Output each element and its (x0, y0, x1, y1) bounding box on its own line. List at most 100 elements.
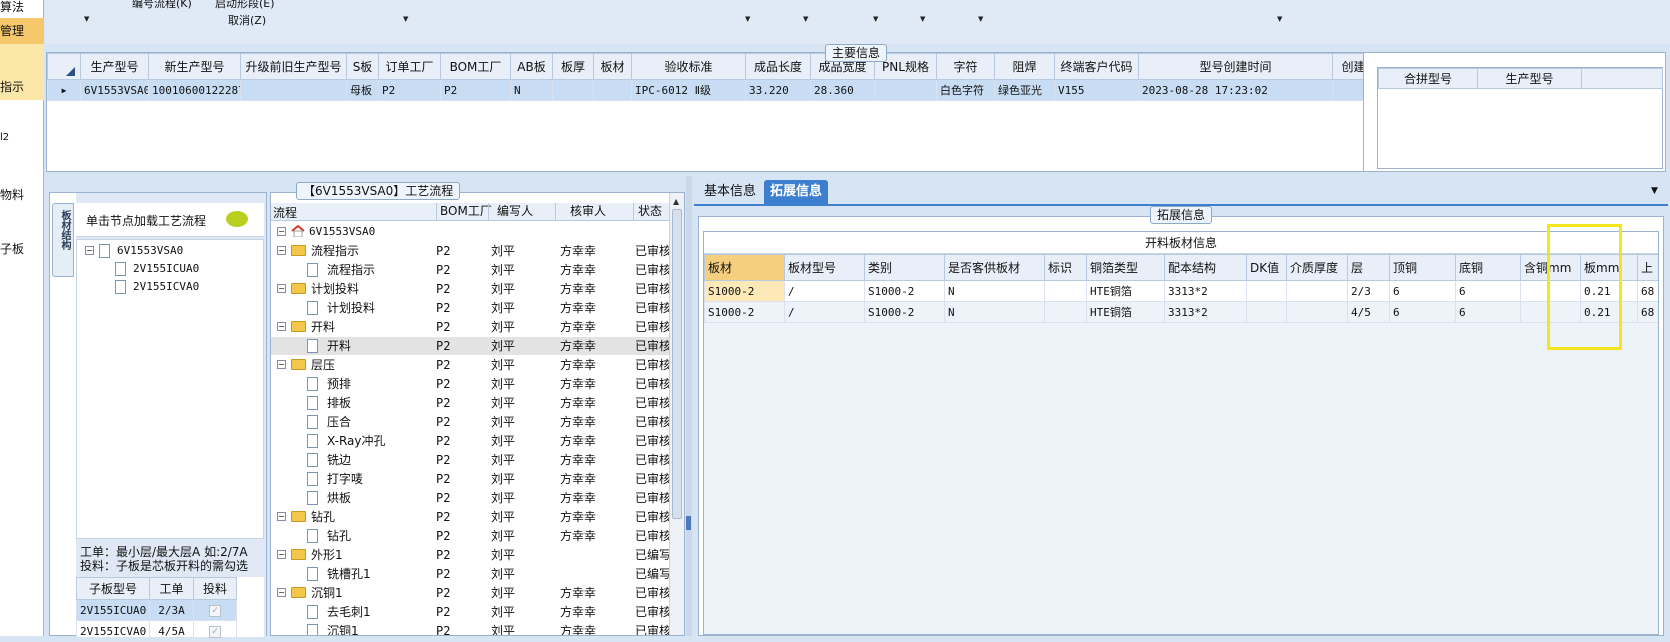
cell[interactable]: HTE铜箔 (1086, 301, 1165, 323)
flow-row[interactable]: 铣槽孔1 P2 刘平 已编写 (271, 565, 669, 583)
col-header[interactable]: 层 (1347, 254, 1390, 281)
flow-row[interactable]: 铣边 P2 刘平 方幸幸 已审核 (271, 451, 669, 469)
cell[interactable]: 6 (1455, 301, 1521, 323)
cell[interactable] (1332, 79, 1363, 101)
dropdown-caret-icon[interactable]: ▼ (745, 15, 750, 23)
flow-row[interactable]: 去毛刺1 P2 刘平 方幸幸 已审核 (271, 603, 669, 621)
table-row[interactable]: S1000-2 / S1000-2 N HTE铜箔 3313*2 4/5 6 6 (704, 301, 1658, 323)
speech-bubble-icon[interactable] (226, 211, 248, 227)
col-header[interactable]: 铜箔类型 (1086, 254, 1165, 281)
cell[interactable] (593, 79, 632, 101)
collapse-icon[interactable]: − (277, 588, 286, 597)
col-header[interactable]: 阻焊 (994, 53, 1055, 80)
cell[interactable] (1246, 301, 1287, 323)
tree-node-root[interactable]: − 6V1553VSA0 (271, 223, 669, 241)
tab-basic-info[interactable]: 基本信息 (698, 180, 762, 204)
cell[interactable]: 6V1553VSA0 (80, 79, 149, 101)
cell[interactable]: HTE铜箔 (1086, 280, 1165, 302)
collapse-icon[interactable]: − (277, 360, 286, 369)
scroll-thumb[interactable] (672, 209, 682, 519)
cell[interactable] (240, 79, 347, 101)
cell[interactable]: 4/5A (149, 620, 194, 642)
cancel-button[interactable]: 取消(Z) (228, 12, 266, 28)
flow-row[interactable]: 烘板 P2 刘平 方幸幸 已审核 (271, 489, 669, 507)
flow-row[interactable]: − 开料 P2 刘平 方幸幸 已审核 (271, 318, 669, 336)
dropdown-caret-icon[interactable]: ▼ (403, 15, 408, 23)
col-header[interactable]: 终端客户代码 (1054, 53, 1139, 80)
flow-row[interactable]: 打字唛 P2 刘平 方幸幸 已审核 (271, 470, 669, 488)
dropdown-caret-icon[interactable]: ▼ (803, 15, 808, 23)
cell[interactable] (1044, 301, 1087, 323)
dropdown-caret-icon[interactable]: ▼ (920, 15, 925, 23)
col-header[interactable]: 配本结构 (1164, 254, 1247, 281)
cell[interactable]: 3313*2 (1164, 301, 1247, 323)
flow-row[interactable]: 预排 P2 刘平 方幸幸 已审核 (271, 375, 669, 393)
flow-row[interactable]: 计划投料 P2 刘平 方幸幸 已审核 (271, 299, 669, 317)
col-header[interactable]: 状态 (633, 203, 662, 221)
cell[interactable]: 68 (1637, 280, 1658, 302)
cell[interactable]: 2/3A (149, 599, 194, 621)
cell[interactable]: 6 (1455, 280, 1521, 302)
cell[interactable]: 6 (1389, 280, 1456, 302)
col-header[interactable]: 板材 (704, 254, 785, 281)
col-header[interactable]: 订单工厂 (378, 53, 441, 80)
col-header[interactable]: 工单 (149, 577, 194, 600)
dropdown-caret-icon[interactable]: ▼ (978, 15, 983, 23)
col-header[interactable]: 板材 (593, 53, 632, 80)
nav-item-0[interactable]: 算法 (0, 0, 24, 15)
flow-row[interactable]: X-Ray冲孔 P2 刘平 方幸幸 已审核 (271, 432, 669, 450)
cell[interactable]: S1000-2 (864, 280, 945, 302)
cell[interactable]: 2/3 (1347, 280, 1390, 302)
col-header[interactable]: 生产型号 (80, 53, 149, 80)
nav-item-4[interactable]: 物料 (0, 186, 24, 203)
col-header[interactable]: 核审人 (555, 203, 606, 221)
tree-node[interactable]: 2V155ICUA0 (77, 260, 263, 278)
flow-row[interactable]: − 层压 P2 刘平 方幸幸 已审核 (271, 356, 669, 374)
cell[interactable] (1246, 280, 1287, 302)
cell[interactable]: P2 (378, 79, 441, 101)
feed-checkbox[interactable]: ✓ (193, 599, 237, 621)
feed-checkbox[interactable]: ✓ (193, 620, 237, 642)
table-row[interactable]: 2V155ICVA0 4/5A ✓ (76, 620, 237, 642)
cell[interactable]: S1000-2 (704, 301, 785, 323)
cell[interactable]: 4/5 (1347, 301, 1390, 323)
col-header[interactable]: 上 (1637, 254, 1658, 281)
flow-row[interactable]: − 沉铜1 P2 刘平 方幸幸 已审核 (271, 584, 669, 602)
collapse-icon[interactable]: − (277, 284, 286, 293)
collapse-icon[interactable]: − (277, 227, 286, 236)
col-header[interactable]: BOM工厂 (440, 53, 511, 80)
edit-flow-button[interactable]: 编号流程(K) (132, 0, 192, 11)
cell[interactable]: N (944, 280, 1045, 302)
scroll-up-icon[interactable]: ▲ (673, 197, 679, 206)
dropdown-caret-icon[interactable]: ▼ (84, 15, 89, 23)
cell[interactable] (1286, 301, 1348, 323)
flow-row[interactable]: 排板 P2 刘平 方幸幸 已审核 (271, 394, 669, 412)
cell[interactable] (874, 79, 937, 101)
cell[interactable]: IPC-6012 Ⅱ级 (631, 79, 746, 101)
flow-row[interactable]: 钻孔 P2 刘平 方幸幸 已审核 (271, 527, 669, 545)
cell[interactable]: V155 (1054, 79, 1139, 101)
collapse-icon[interactable]: − (277, 322, 286, 331)
col-header[interactable]: 板厚 (552, 53, 594, 80)
cell[interactable]: 白色字符 (936, 79, 995, 101)
col-header[interactable]: BOM工厂 (436, 203, 492, 221)
col-header[interactable]: 字符 (936, 53, 995, 80)
nav-item-1[interactable]: 管理 (0, 22, 24, 39)
cell[interactable]: 绿色亚光 (994, 79, 1055, 101)
dropdown-caret-icon[interactable]: ▼ (873, 15, 878, 23)
nav-item-2[interactable]: 指示 (0, 78, 24, 95)
table-row[interactable]: 2V155ICUA0 2/3A ✓ (76, 599, 237, 621)
cell[interactable]: 母板 (346, 79, 379, 101)
col-header[interactable]: AB板 (510, 53, 553, 80)
cell[interactable]: N (510, 79, 553, 101)
cell[interactable]: 10010600122287 (148, 79, 241, 101)
collapse-icon[interactable]: − (85, 246, 94, 255)
flow-row[interactable]: 流程指示 P2 刘平 方幸幸 已审核 (271, 261, 669, 279)
nav-item-5[interactable]: 子板 (0, 240, 24, 257)
vertical-tab[interactable]: 板材结构 (52, 203, 74, 277)
col-header[interactable]: 新生产型号 (148, 53, 241, 80)
cell[interactable] (1044, 280, 1087, 302)
flow-row[interactable]: − 流程指示 P2 刘平 方幸幸 已审核 (271, 242, 669, 260)
cell[interactable]: / (784, 280, 865, 302)
cell[interactable]: 2V155ICVA0 (76, 620, 150, 642)
